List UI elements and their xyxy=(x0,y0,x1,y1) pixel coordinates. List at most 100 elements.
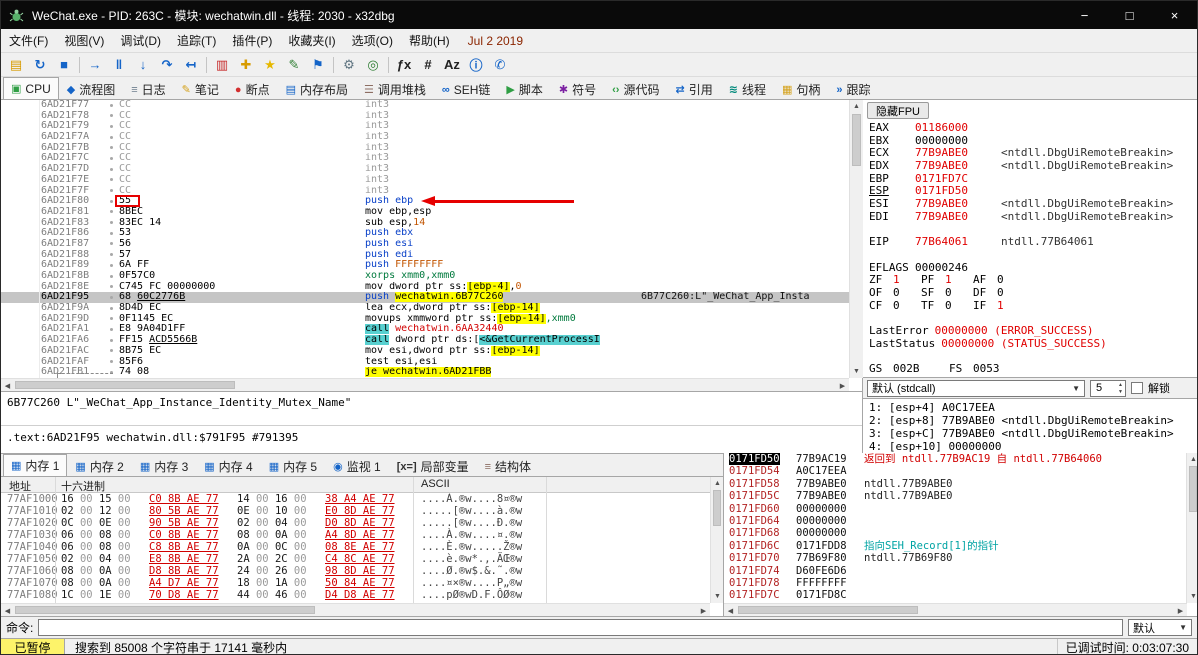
disasm-row[interactable]: 6AD21F89 6A FF push FFFFFFFF xyxy=(1,260,849,271)
tab-seh[interactable]: ∞ SEH链 xyxy=(434,79,499,99)
run-icon[interactable]: → xyxy=(83,55,107,75)
menu-options[interactable]: 选项(O) xyxy=(344,29,401,52)
btab-dump-1[interactable]: ▦ 内存 1 xyxy=(3,454,68,476)
disasm-row[interactable]: 6AD21F9D 0F1145 EC movups xmmword ptr ss:[… xyxy=(1,313,849,325)
disasm-row[interactable]: 6AD21F78 CC int3 xyxy=(1,110,849,122)
disasm-row[interactable]: 6AD21FB1 74 08 je wechatwin.6AD21FBB xyxy=(1,366,849,378)
disasm-row[interactable]: 6AD21F7E CC int3 xyxy=(1,174,849,186)
unlock-checkbox[interactable] xyxy=(1131,382,1143,394)
stack-row[interactable]: 0171FD70 77B69F80 ntdll.77B69F80 xyxy=(724,552,1186,564)
plugin-icon[interactable]: ◎ xyxy=(361,55,385,75)
dump-row[interactable]: 77AF1050 02 00 04 00 E8 8B AE 77 2A 00 2C 0… xyxy=(1,553,710,565)
disasm-row[interactable]: 6AD21F95 68 60C2776B push wechatwin.6B77C2… xyxy=(1,292,849,304)
disasm-row[interactable]: 6AD21F7B CC int3 xyxy=(1,142,849,154)
tab-log[interactable]: ≡ 日志 xyxy=(123,79,173,99)
hide-fpu-button[interactable]: 隐藏FPU xyxy=(867,102,929,119)
disasm-row[interactable]: 6AD21F77 CC int3 xyxy=(1,100,849,111)
menu-debug[interactable]: 调试(D) xyxy=(112,29,169,52)
tab-call-stack[interactable]: ☰ 调用堆栈 xyxy=(356,79,434,99)
disasm-row[interactable]: 6AD21F8B 0F57C0 xorps xmm0,xmm0 xyxy=(1,270,849,282)
stepper-arrows-icon[interactable]: ▲ ▼ xyxy=(1118,382,1123,396)
tab-threads[interactable]: ≋ 线程 xyxy=(721,79,774,99)
disasm-row[interactable]: 6AD21F79 CC int3 xyxy=(1,121,849,132)
menu-help[interactable]: 帮助(H) xyxy=(401,29,458,52)
dump-row[interactable]: 77AF1010 02 00 12 00 80 5B AE 77 0E 00 10 0… xyxy=(1,505,710,517)
patch-icon[interactable]: ✚ xyxy=(234,55,258,75)
menu-view[interactable]: 视图(V) xyxy=(56,29,112,52)
app-icon[interactable] xyxy=(9,8,24,23)
menu-plugins[interactable]: 插件(P) xyxy=(224,29,280,52)
dump-row[interactable]: 77AF1080 1C 00 1E 00 70 D8 AE 77 44 00 46 0… xyxy=(1,589,710,601)
disassembly-vscrollbar[interactable]: ▲ ▼ xyxy=(849,100,863,378)
scroll-down-icon[interactable]: ▼ xyxy=(1187,590,1197,603)
menu-trace[interactable]: 追踪(T) xyxy=(169,29,224,52)
dump-hscrollbar[interactable]: ◀ ▶ xyxy=(1,603,710,616)
tab-trace[interactable]: » 跟踪 xyxy=(828,79,878,99)
disasm-row[interactable]: 6AD21F88 57 push edi xyxy=(1,249,849,261)
dump-row[interactable]: 77AF1000 16 00 15 00 C0 8B AE 77 14 00 16 0… xyxy=(1,493,710,505)
tab-breakpoints[interactable]: ● 断点 xyxy=(227,79,278,99)
btab-dump-3[interactable]: ▦ 内存 3 xyxy=(132,456,196,476)
disassembly-view[interactable]: 6AD21F77 CC int3 6AD21F78 CC int3 6AD21F79 CC in… xyxy=(1,100,849,378)
settings-icon[interactable]: ⚙ xyxy=(337,55,361,75)
minimize-button[interactable]: − xyxy=(1062,1,1107,29)
stack-hscrollbar[interactable]: ◀ ▶ xyxy=(724,603,1187,616)
scrollbar-thumb[interactable] xyxy=(713,490,721,526)
stack-vscrollbar[interactable]: ▲ ▼ xyxy=(1186,453,1197,603)
pause-icon[interactable]: ‖ xyxy=(107,55,131,75)
stack-rows[interactable]: 0171FD50 77B9AC19 返回到 ntdll.77B9AC19 自 ntd… xyxy=(724,453,1186,603)
disasm-row[interactable]: 6AD21F87 56 push esi xyxy=(1,238,849,250)
disasm-row[interactable]: 6AD21F8E C745 FC 00000000 mov dword ptr ss… xyxy=(1,281,849,293)
tab-source[interactable]: ‹› 源代码 xyxy=(604,79,667,99)
run-to-return-icon[interactable]: ↤ xyxy=(179,55,203,75)
string-search-icon[interactable]: Az xyxy=(440,55,464,75)
btab-dump-5[interactable]: ▦ 内存 5 xyxy=(261,456,325,476)
stack-row[interactable]: 0171FD7C 0171FD8C xyxy=(724,589,1186,601)
close-button[interactable]: × xyxy=(1152,1,1197,29)
menu-favourites[interactable]: 收藏夹(I) xyxy=(280,29,343,52)
assemble-icon[interactable]: ƒx xyxy=(392,55,416,75)
btab-struct[interactable]: ≡ 结构体 xyxy=(477,456,539,476)
scroll-up-icon[interactable]: ▲ xyxy=(850,100,863,113)
scrollbar-thumb[interactable] xyxy=(852,114,861,166)
btab-locals[interactable]: [x=] 局部变量 xyxy=(389,456,477,476)
help-phone-icon[interactable]: ✆ xyxy=(488,55,512,75)
disasm-row[interactable]: 6AD21FA6 FF15 ACD5566B call dword ptr ds:[… xyxy=(1,334,849,346)
stack-row[interactable]: 0171FD68 00000000 xyxy=(724,527,1186,539)
disasm-row[interactable]: 6AD21F86 53 push ebx xyxy=(1,228,849,239)
btab-watch-1[interactable]: ◉ 监视 1 xyxy=(325,456,389,476)
tab-cpu[interactable]: ▣ CPU xyxy=(3,77,59,99)
stack-row[interactable]: 0171FD5C 77B9ABE0 ntdll.77B9ABE0 xyxy=(724,490,1186,502)
btab-dump-4[interactable]: ▦ 内存 4 xyxy=(196,456,260,476)
disasm-row[interactable]: 6AD21F81 8BEC mov ebp,esp xyxy=(1,206,849,218)
dump-vscrollbar[interactable]: ▲ ▼ xyxy=(710,477,723,603)
script-icon[interactable]: ▥ xyxy=(210,55,234,75)
stack-row[interactable]: 0171FD74 D60FE6D6 xyxy=(724,565,1186,577)
disasm-row[interactable]: 6AD21FAF 85F6 test esi,esi xyxy=(1,356,849,368)
btab-dump-2[interactable]: ▦ 内存 2 xyxy=(67,456,131,476)
command-mode-select[interactable]: 默认 ▼ xyxy=(1128,619,1192,636)
scroll-up-icon[interactable]: ▲ xyxy=(1187,453,1197,466)
stack-row[interactable]: 0171FD60 00000000 xyxy=(724,503,1186,515)
disasm-row[interactable]: 6AD21F83 83EC 14 sub esp,14 xyxy=(1,217,849,229)
disasm-row[interactable]: 6AD21F7C CC int3 xyxy=(1,153,849,164)
maximize-button[interactable]: □ xyxy=(1107,1,1152,29)
stack-row[interactable]: 0171FD54 A0C17EEA xyxy=(724,465,1186,477)
stack-row[interactable]: 0171FD6C 0171FDD8 指向SEH_Record[1]的指针 xyxy=(724,540,1186,552)
stop-icon[interactable]: ■ xyxy=(52,55,76,75)
scrollbar-thumb[interactable] xyxy=(15,606,315,614)
dump-row[interactable]: 77AF1060 08 00 0A 00 D8 8B AE 77 24 00 26 0… xyxy=(1,565,710,577)
tab-symbols[interactable]: ✱ 符号 xyxy=(551,79,604,99)
label-icon[interactable]: ⚑ xyxy=(306,55,330,75)
scrollbar-thumb[interactable] xyxy=(738,606,918,614)
stack-row[interactable]: 0171FD64 00000000 xyxy=(724,515,1186,527)
stack-row[interactable]: 0171FD50 77B9AC19 返回到 ntdll.77B9AC19 自 ntd… xyxy=(724,453,1186,466)
dump-row[interactable]: 77AF1070 08 00 0A 00 A4 D7 AE 77 18 00 1A 0… xyxy=(1,577,710,589)
tab-graph[interactable]: ◆ 流程图 xyxy=(59,79,123,99)
calling-convention-select[interactable]: 默认 (stdcall) ▼ xyxy=(867,379,1085,397)
step-into-icon[interactable]: ↓ xyxy=(131,55,155,75)
tab-references[interactable]: ⇄ 引用 xyxy=(667,79,720,99)
tab-handles[interactable]: ▦ 句柄 xyxy=(774,79,828,99)
dump-rows[interactable]: 77AF1000 16 00 15 00 C0 8B AE 77 14 00 16 0… xyxy=(1,493,710,603)
disasm-row[interactable]: 6AD21F7D CC int3 xyxy=(1,163,849,175)
